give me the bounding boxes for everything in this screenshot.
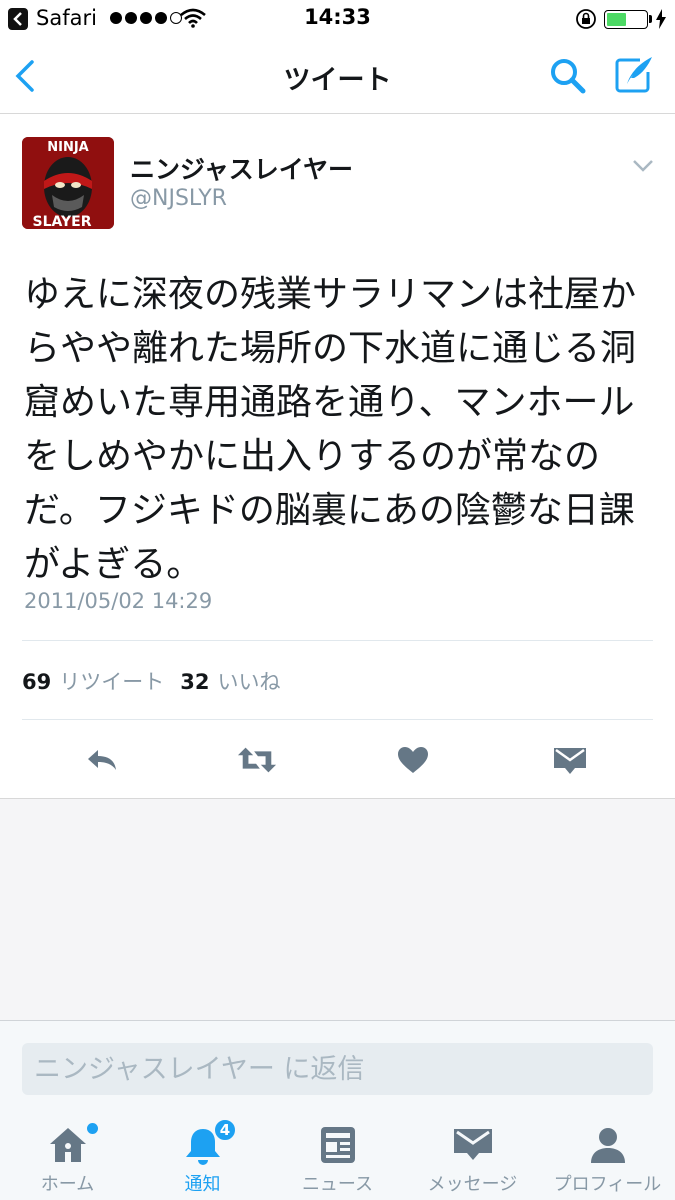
orientation-lock-icon [575, 8, 597, 35]
tab-label-notifications: 通知 [184, 1174, 221, 1195]
like-count[interactable]: 32 [180, 670, 209, 694]
avatar-text-slayer: SLAYER [33, 214, 92, 229]
status-bar: Safari 14:33 [0, 0, 675, 38]
reply-input[interactable] [22, 1043, 653, 1095]
tab-label-news: ニュース [301, 1174, 374, 1195]
retweet-icon[interactable] [237, 742, 277, 778]
compose-tweet-icon[interactable] [612, 54, 656, 100]
news-icon [320, 1126, 356, 1168]
status-time: 14:33 [304, 5, 371, 29]
tab-profile[interactable]: プロフィール [540, 1118, 675, 1200]
navigation-bar: ツイート [0, 38, 675, 114]
tweet-timestamp: 2011/05/02 14:29 [24, 589, 213, 613]
home-unread-dot [87, 1123, 98, 1134]
reply-icon[interactable] [82, 742, 122, 778]
divider [22, 640, 653, 641]
tab-label-home: ホーム [40, 1174, 95, 1195]
direct-message-icon[interactable] [550, 742, 590, 778]
tab-news[interactable]: ニュース [270, 1118, 405, 1200]
tab-notifications[interactable]: 4 通知 [135, 1118, 270, 1200]
envelope-icon [453, 1126, 493, 1166]
tab-home[interactable]: ホーム [0, 1118, 135, 1200]
notification-badge: 4 [213, 1118, 237, 1142]
search-icon[interactable] [548, 56, 588, 100]
reply-bar [0, 1020, 675, 1118]
tweet-stats: 69 リツイート 32 いいね [22, 666, 280, 696]
tweet-actions [0, 722, 675, 798]
home-icon [48, 1126, 88, 1168]
empty-replies-area [0, 798, 675, 1020]
tweet-text: ゆえに深夜の残業サラリマンは社屋からやや離れた場所の下水道に通じる洞窟めいた専用… [24, 274, 637, 585]
charging-bolt-icon [655, 9, 667, 34]
retweet-count[interactable]: 69 [22, 670, 51, 694]
heart-icon[interactable] [393, 742, 433, 778]
tab-label-messages: メッセージ [427, 1174, 518, 1195]
user-handle[interactable]: @NJSLYR [130, 186, 227, 211]
tab-messages[interactable]: メッセージ [405, 1118, 540, 1200]
user-display-name[interactable]: ニンジャスレイヤー [130, 150, 353, 186]
person-icon [589, 1126, 627, 1168]
like-count-label[interactable]: いいね [217, 670, 280, 694]
tab-label-profile: プロフィール [553, 1174, 662, 1195]
tab-bar: ホーム 4 通知 ニュース メッセージ プロフィール [0, 1118, 675, 1200]
battery-nub [649, 15, 652, 23]
chevron-down-icon[interactable] [632, 158, 654, 177]
retweet-count-label[interactable]: リツイート [59, 670, 164, 694]
avatar[interactable]: NINJA SLAYER [22, 137, 114, 229]
battery-icon [604, 10, 648, 29]
avatar-text-ninja: NINJA [47, 140, 89, 155]
divider [22, 719, 653, 720]
